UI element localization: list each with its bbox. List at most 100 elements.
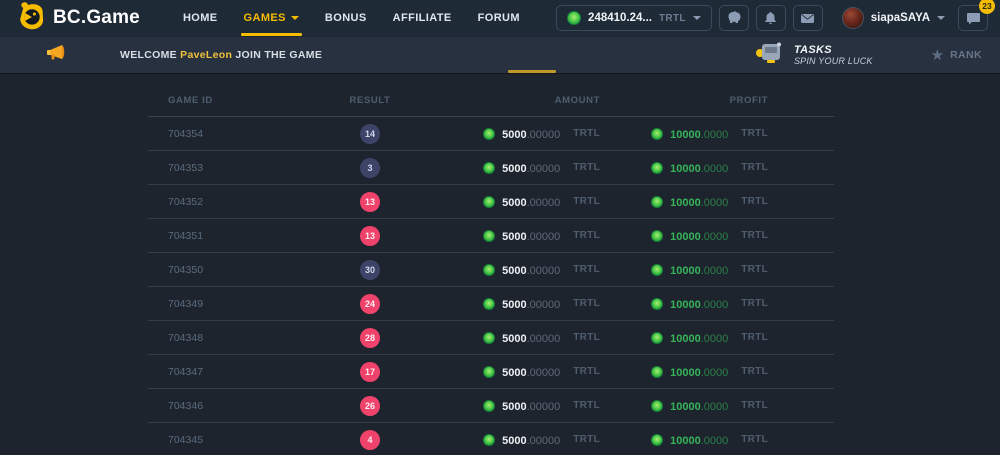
- chat-unread-badge: 23: [979, 0, 995, 14]
- profit-currency: TRTL: [741, 264, 768, 275]
- result-badge: 4: [360, 430, 380, 450]
- profit-cell: 10000.0000 TRTL: [608, 227, 788, 245]
- welcome-banner: WELCOME PaveLeon JOIN THE GAME TASKS SPI…: [0, 36, 1000, 73]
- profit-currency: TRTL: [741, 298, 768, 309]
- trtl-coin-icon: [651, 434, 663, 446]
- profit-dec: .0000: [701, 299, 729, 311]
- amount-int: 5000: [502, 231, 526, 243]
- amount-dec: .00000: [527, 197, 561, 209]
- game-id: 704354: [148, 128, 330, 140]
- amount-int: 5000: [502, 299, 526, 311]
- column-header-amount: AMOUNT: [410, 95, 608, 106]
- game-id: 704349: [148, 298, 330, 310]
- amount-dec: .00000: [527, 435, 561, 447]
- table-row[interactable]: 704351 13 5000.00000 TRTL 10000.0000 TRT…: [148, 219, 834, 253]
- profit-int: 10000: [670, 367, 701, 379]
- profit-int: 10000: [670, 231, 701, 243]
- result-badge: 13: [360, 192, 380, 212]
- profit-currency: TRTL: [741, 400, 768, 411]
- profit-cell: 10000.0000 TRTL: [608, 397, 788, 415]
- trtl-coin-icon: [651, 298, 663, 310]
- profit-dec: .0000: [701, 163, 729, 175]
- trtl-coin-icon: [483, 366, 495, 378]
- result-badge: 14: [360, 124, 380, 144]
- table-row[interactable]: 704350 30 5000.00000 TRTL 10000.0000 TRT…: [148, 253, 834, 287]
- table-row[interactable]: 704347 17 5000.00000 TRTL 10000.0000 TRT…: [148, 355, 834, 389]
- profit-currency: TRTL: [741, 196, 768, 207]
- profit-currency: TRTL: [741, 434, 768, 445]
- profit-dec: .0000: [701, 401, 729, 413]
- balance-selector[interactable]: 248410.24... TRTL: [556, 5, 712, 31]
- rank-widget[interactable]: ★ RANK: [931, 48, 982, 63]
- trtl-coin-icon: [651, 332, 663, 344]
- profit-dec: .0000: [701, 265, 729, 277]
- nav-forum[interactable]: FORUM: [465, 0, 533, 36]
- brand-logo[interactable]: BC.Game: [12, 0, 146, 36]
- amount-int: 5000: [502, 163, 526, 175]
- game-id: 704350: [148, 264, 330, 276]
- profit-cell: 10000.0000 TRTL: [608, 159, 788, 177]
- amount-int: 5000: [502, 129, 526, 141]
- table-row[interactable]: 704352 13 5000.00000 TRTL 10000.0000 TRT…: [148, 185, 834, 219]
- trtl-coin-icon: [651, 162, 663, 174]
- nav-bonus[interactable]: BONUS: [312, 0, 380, 36]
- result-badge: 13: [360, 226, 380, 246]
- table-row[interactable]: 704348 28 5000.00000 TRTL 10000.0000 TRT…: [148, 321, 834, 355]
- profit-currency: TRTL: [741, 230, 768, 241]
- result-badge: 26: [360, 396, 380, 416]
- nav-affiliate[interactable]: AFFILIATE: [380, 0, 465, 36]
- active-tab-indicator: [508, 70, 556, 73]
- nav-games[interactable]: GAMES: [231, 0, 312, 36]
- amount-dec: .00000: [527, 231, 561, 243]
- notifications-button[interactable]: [756, 5, 786, 31]
- amount-currency: TRTL: [573, 434, 600, 445]
- tasks-title: TASKS: [794, 44, 873, 57]
- table-row[interactable]: 704354 14 5000.00000 TRTL 10000.0000 TRT…: [148, 117, 834, 151]
- profit-int: 10000: [670, 163, 701, 175]
- avatar: [842, 7, 864, 29]
- result-badge: 24: [360, 294, 380, 314]
- user-menu[interactable]: siapaSAYA: [842, 7, 945, 29]
- amount-dec: .00000: [527, 265, 561, 277]
- profit-int: 10000: [670, 129, 701, 141]
- nav-home[interactable]: HOME: [170, 0, 231, 36]
- profit-dec: .0000: [701, 197, 729, 209]
- profit-int: 10000: [670, 435, 701, 447]
- column-header-result: RESULT: [330, 95, 410, 106]
- profit-int: 10000: [670, 333, 701, 345]
- trtl-coin-icon: [651, 196, 663, 208]
- profit-cell: 10000.0000 TRTL: [608, 431, 788, 449]
- trtl-coin-icon: [483, 264, 495, 276]
- game-id: 704345: [148, 434, 330, 446]
- profit-currency: TRTL: [741, 162, 768, 173]
- amount-cell: 5000.00000 TRTL: [410, 125, 608, 143]
- username: siapaSAYA: [871, 12, 930, 24]
- profit-dec: .0000: [701, 435, 729, 447]
- main-nav: HOME GAMES BONUS AFFILIATE FORUM: [170, 0, 533, 36]
- vault-button[interactable]: [719, 5, 749, 31]
- amount-dec: .00000: [527, 401, 561, 413]
- profit-dec: .0000: [701, 367, 729, 379]
- column-header-profit: PROFIT: [608, 95, 788, 106]
- messages-button[interactable]: [793, 5, 823, 31]
- game-id: 704352: [148, 196, 330, 208]
- tasks-widget[interactable]: TASKS SPIN YOUR LUCK: [755, 41, 873, 70]
- profit-dec: .0000: [701, 129, 729, 141]
- table-row[interactable]: 704346 26 5000.00000 TRTL 10000.0000 TRT…: [148, 389, 834, 423]
- table-row[interactable]: 704345 4 5000.00000 TRTL 10000.0000 TRTL: [148, 423, 834, 455]
- amount-int: 5000: [502, 401, 526, 413]
- amount-cell: 5000.00000 TRTL: [410, 431, 608, 449]
- trtl-coin-icon: [651, 128, 663, 140]
- amount-currency: TRTL: [573, 128, 600, 139]
- rank-label: RANK: [950, 49, 982, 61]
- amount-currency: TRTL: [573, 298, 600, 309]
- chevron-down-icon: [693, 16, 701, 20]
- amount-currency: TRTL: [573, 230, 600, 241]
- table-row[interactable]: 704349 24 5000.00000 TRTL 10000.0000 TRT…: [148, 287, 834, 321]
- trtl-coin-icon: [651, 264, 663, 276]
- profit-cell: 10000.0000 TRTL: [608, 193, 788, 211]
- result-badge: 3: [360, 158, 380, 178]
- profit-dec: .0000: [701, 333, 729, 345]
- table-row[interactable]: 704353 3 5000.00000 TRTL 10000.0000 TRTL: [148, 151, 834, 185]
- profit-int: 10000: [670, 197, 701, 209]
